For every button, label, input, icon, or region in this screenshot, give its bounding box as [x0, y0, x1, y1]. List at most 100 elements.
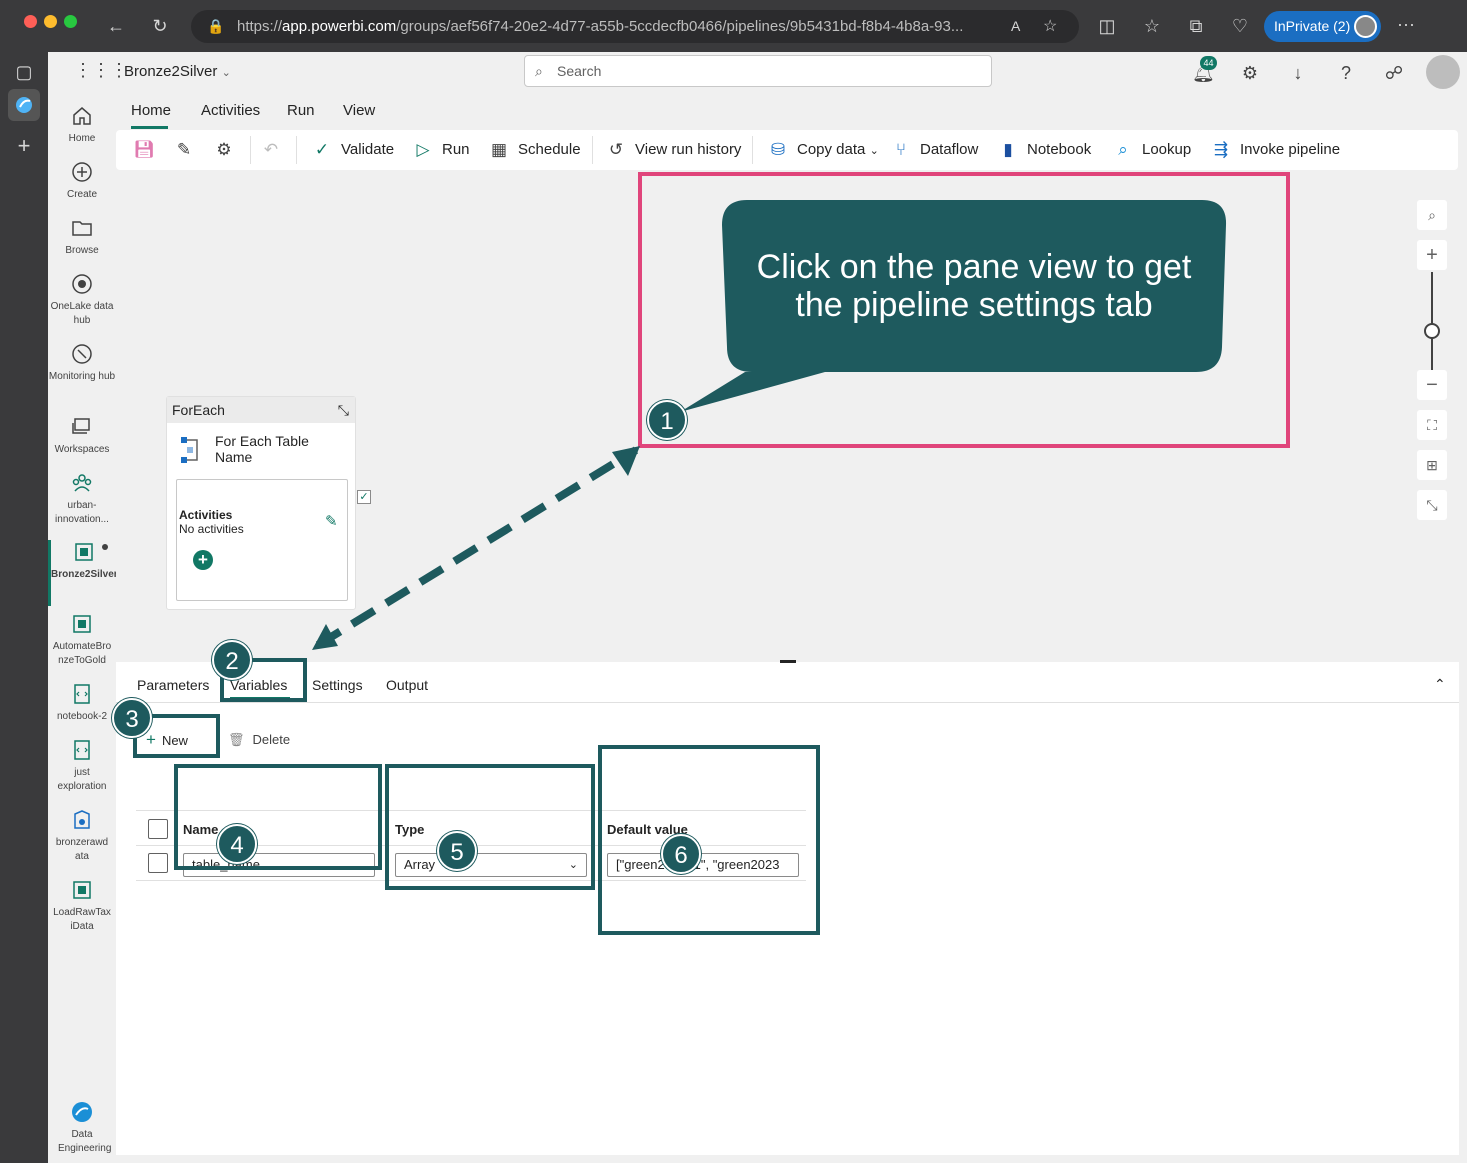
app-launcher-icon[interactable]: ⋮⋮⋮	[74, 60, 128, 84]
panel-divider	[116, 702, 1459, 703]
success-output-checkbox[interactable]: ✓	[357, 490, 371, 504]
search-input[interactable]: ⌕ Search	[524, 55, 992, 87]
favorites-icon[interactable]: ☆	[1140, 16, 1164, 36]
pipeline-icon	[74, 543, 93, 561]
collections-icon[interactable]: ⧉	[1184, 16, 1208, 36]
collapse-panel-chevron-icon[interactable]: ⌃	[1434, 676, 1446, 693]
help-icon[interactable]: ?	[1335, 62, 1357, 84]
settings-button[interactable]: ⚙	[213, 138, 243, 162]
share-feedback-icon[interactable]: ☍	[1383, 62, 1405, 84]
validate-button[interactable]: ✓ Validate	[311, 138, 394, 162]
nav-item-automate[interactable]: AutomateBronzeToGold	[48, 612, 116, 668]
tab-settings[interactable]: Settings	[312, 677, 363, 693]
zoom-slider-track[interactable]	[1431, 272, 1433, 372]
auto-align-icon[interactable]: ⊞	[1417, 450, 1447, 480]
variable-type-select[interactable]: Array ⌄	[395, 853, 587, 877]
select-all-checkbox[interactable]	[148, 819, 168, 839]
toolbar-divider	[592, 136, 593, 164]
tab-view[interactable]: View	[343, 102, 375, 119]
delete-variable-button[interactable]: 🗑︎ Delete	[228, 732, 290, 748]
nav-item-bronzerawdata[interactable]: bronzerawdata	[48, 808, 116, 864]
schedule-button[interactable]: ▦ Schedule	[488, 138, 581, 162]
notebook-button[interactable]: ▮ Notebook	[997, 138, 1091, 162]
collapse-icon[interactable]: ⤡	[1417, 490, 1447, 520]
chevron-down-icon: ⌄	[869, 145, 879, 157]
tab-output[interactable]: Output	[386, 677, 428, 693]
undo-button[interactable]: ↶	[260, 138, 290, 162]
save-as-button[interactable]: ✎	[173, 138, 203, 162]
lookup-label: Lookup	[1142, 141, 1192, 158]
nav-item-monitoring[interactable]: Monitoring hub	[48, 342, 116, 384]
health-icon[interactable]: ♡	[1228, 16, 1252, 36]
pipeline-canvas[interactable]: ⌕ + − ⛶ ⊞ ⤡ ForEach ⤡ For Each Table Nam…	[116, 176, 1459, 660]
header-divider	[136, 810, 806, 811]
active-tab-indicator	[230, 697, 290, 699]
back-icon[interactable]: ←	[104, 16, 128, 36]
view-run-history-button[interactable]: ↺ View run history	[605, 138, 742, 162]
zoom-slider-handle[interactable]	[1424, 323, 1440, 339]
save-button[interactable]: 💾︎	[133, 138, 163, 162]
new-variable-button[interactable]: + New	[146, 730, 188, 750]
nav-item-onelake[interactable]: OneLake data hub	[48, 272, 116, 328]
tab-parameters[interactable]: Parameters	[137, 677, 209, 693]
edit-pencil-icon[interactable]: ✎	[325, 512, 338, 530]
properties-panel: Parameters Variables Settings Output ⌃ +…	[116, 660, 1459, 1155]
variable-default-value-input[interactable]: ["green201501", "green2023	[607, 853, 799, 877]
collapse-arrows-icon[interactable]: ⤡	[338, 397, 349, 423]
notification-count-badge: 44	[1200, 56, 1217, 70]
favorite-star-icon[interactable]: ☆	[1043, 10, 1057, 43]
variable-name-input[interactable]: table_name	[183, 853, 375, 877]
maximize-window-button[interactable]	[64, 15, 77, 28]
app-header: ⋮⋮⋮ Bronze2Silver ⌄ ⌕ Search 🔔︎ 44 ⚙ ↓ ?…	[74, 52, 1467, 92]
invoke-pipeline-button[interactable]: ⇶ Invoke pipeline	[1210, 138, 1340, 162]
nav-item-data-engineering[interactable]: Data Engineering	[48, 1100, 116, 1156]
read-aloud-icon[interactable]: A	[1011, 10, 1020, 43]
download-icon[interactable]: ↓	[1287, 62, 1309, 84]
nav-item-bronze2silver[interactable]: Bronze2Silver	[48, 540, 118, 606]
tab-activities[interactable]: Activities	[201, 102, 260, 119]
tab-actions-icon[interactable]: ▢	[12, 62, 36, 82]
lookup-button[interactable]: ⌕ Lookup	[1112, 138, 1191, 162]
profile-avatar	[1354, 15, 1377, 38]
nav-item-home[interactable]: Home	[48, 104, 116, 146]
more-options-icon[interactable]: ···	[1394, 14, 1418, 34]
lakehouse-icon	[74, 810, 90, 829]
calendar-icon: ▦	[490, 140, 508, 160]
account-avatar[interactable]	[1426, 55, 1460, 89]
new-tab-icon[interactable]: +	[12, 135, 36, 157]
pane-resize-handle[interactable]	[780, 660, 796, 663]
tab-run[interactable]: Run	[287, 102, 315, 119]
add-activity-icon[interactable]: +	[193, 550, 213, 570]
tab-variables[interactable]: Variables	[230, 677, 287, 693]
minimize-window-button[interactable]	[44, 15, 57, 28]
column-header-name: Name	[183, 822, 219, 837]
zoom-in-icon[interactable]: +	[1417, 240, 1447, 270]
nav-item-notebook-2[interactable]: notebook-2	[48, 682, 116, 724]
split-screen-icon[interactable]: ◫	[1095, 16, 1119, 36]
nav-item-workspaces[interactable]: Workspaces	[48, 415, 116, 457]
nav-item-browse[interactable]: Browse	[48, 216, 116, 258]
settings-gear-icon[interactable]: ⚙	[1239, 62, 1261, 84]
row-checkbox[interactable]	[148, 853, 168, 873]
foreach-title: For Each Table Name	[215, 433, 309, 465]
nav-item-create[interactable]: Create	[48, 160, 116, 202]
fit-to-screen-icon[interactable]: ⛶	[1417, 410, 1447, 440]
save-icon: 💾︎	[133, 140, 155, 160]
address-bar[interactable]: 🔒 https://app.powerbi.com/groups/aef56f7…	[191, 10, 1079, 43]
dataflow-button[interactable]: ⑂ Dataflow	[890, 138, 978, 162]
nav-item-urban-innovation[interactable]: urban-innovation...	[48, 471, 116, 527]
run-button[interactable]: ▷ Run	[412, 138, 469, 162]
nav-item-loadrawtaxidata[interactable]: LoadRawTaxiData	[48, 878, 116, 934]
refresh-icon[interactable]: ↻	[148, 16, 172, 36]
inprivate-button[interactable]: InPrivate (2)	[1264, 11, 1381, 42]
nav-item-just-exploration[interactable]: just exploration	[48, 738, 116, 794]
zoom-out-icon[interactable]: −	[1417, 370, 1447, 400]
delete-label: Delete	[252, 732, 291, 747]
tab-home[interactable]: Home	[131, 102, 171, 119]
workspace-switcher[interactable]: Bronze2Silver ⌄	[124, 63, 231, 80]
close-window-button[interactable]	[24, 15, 37, 28]
active-tab-favicon[interactable]	[8, 89, 40, 121]
copy-data-button[interactable]: ⛁ Copy data ⌄	[767, 138, 879, 162]
find-icon[interactable]: ⌕	[1417, 200, 1447, 230]
foreach-activity[interactable]: ForEach ⤡ For Each Table Name Activities…	[166, 396, 356, 610]
